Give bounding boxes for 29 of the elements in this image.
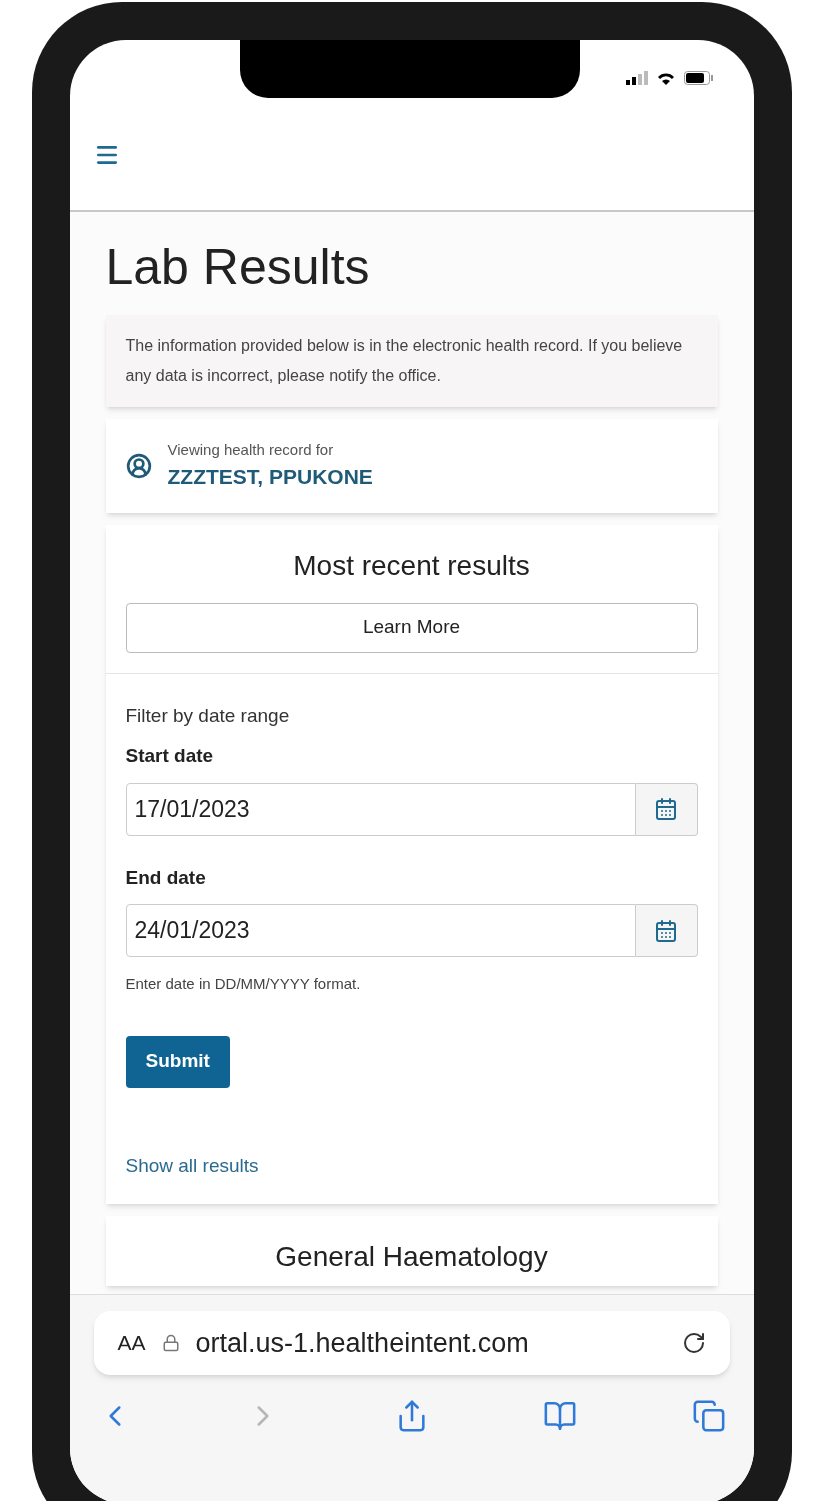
section-heading: Most recent results bbox=[293, 548, 530, 583]
calendar-icon bbox=[654, 918, 678, 943]
user-icon bbox=[125, 452, 152, 479]
show-all-link[interactable]: Show all results bbox=[125, 1151, 259, 1180]
field-label: Start date bbox=[125, 744, 215, 768]
url-text: ortal.us-1.healtheintent.com bbox=[195, 1326, 530, 1360]
lock-icon bbox=[161, 1334, 180, 1352]
page-title: Lab Results bbox=[105, 238, 371, 297]
learn-more-button[interactable]: Learn More bbox=[125, 602, 698, 653]
book-icon[interactable] bbox=[543, 1399, 577, 1433]
calendar-icon bbox=[654, 797, 678, 821]
patient-name: ZZZTEST, PPUKONE bbox=[167, 464, 373, 490]
format-hint: Enter date in DD/MM/YYYY format. bbox=[125, 974, 362, 994]
battery-icon bbox=[683, 71, 714, 85]
submit-button[interactable]: Submit bbox=[125, 1035, 230, 1088]
text-size-button[interactable]: AA bbox=[117, 1327, 146, 1359]
address-bar[interactable]: AA ortal.us-1.healtheintent.com bbox=[93, 1311, 730, 1375]
reload-icon[interactable] bbox=[681, 1331, 706, 1355]
filter-caption: Filter by date range bbox=[125, 703, 291, 728]
date-field[interactable]: 17/01/2023 bbox=[125, 782, 636, 836]
tabs-icon[interactable] bbox=[691, 1399, 726, 1433]
section-heading: General Haematology bbox=[275, 1240, 548, 1274]
field-label: End date bbox=[125, 865, 207, 890]
notice-text: The information provided below is in the electronic health record. If you believe any data is incorrect, please notify the office. bbox=[125, 335, 684, 386]
date-field[interactable]: 24/01/2023 bbox=[125, 904, 636, 957]
calendar-button[interactable] bbox=[635, 782, 698, 836]
signal-icon bbox=[625, 71, 648, 85]
patient-caption: Viewing health record for bbox=[167, 439, 335, 460]
calendar-button[interactable] bbox=[635, 904, 698, 957]
